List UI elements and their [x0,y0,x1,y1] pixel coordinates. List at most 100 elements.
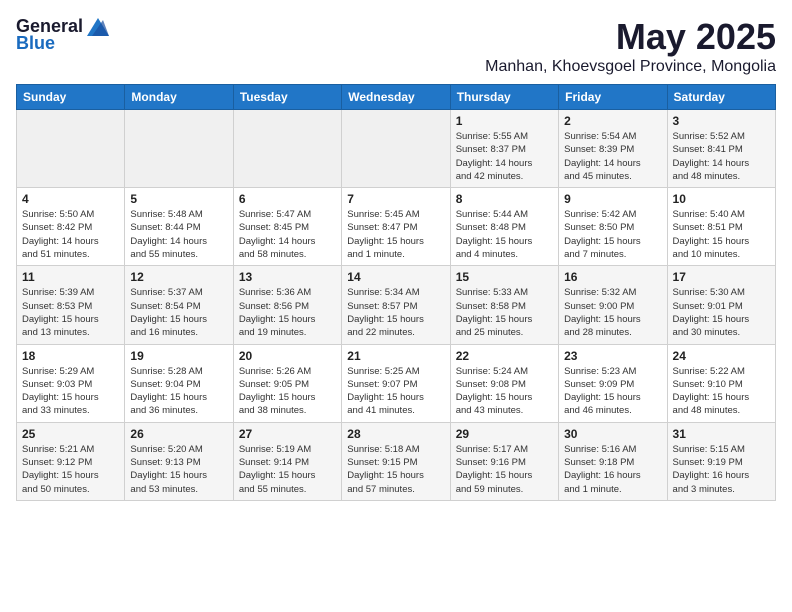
day-info: Sunrise: 5:47 AM Sunset: 8:45 PM Dayligh… [239,208,336,261]
calendar-week-row: 11 Sunrise: 5:39 AM Sunset: 8:53 PM Dayli… [17,266,776,344]
calendar-cell: 18 Sunrise: 5:29 AM Sunset: 9:03 PM Dayli… [17,344,125,422]
day-number: 1 [456,114,553,128]
calendar-week-row: 1 Sunrise: 5:55 AM Sunset: 8:37 PM Daylig… [17,110,776,188]
calendar-cell: 5 Sunrise: 5:48 AM Sunset: 8:44 PM Daylig… [125,188,233,266]
calendar-week-row: 18 Sunrise: 5:29 AM Sunset: 9:03 PM Dayli… [17,344,776,422]
day-number: 31 [673,427,770,441]
day-info: Sunrise: 5:28 AM Sunset: 9:04 PM Dayligh… [130,365,227,418]
location-subtitle: Manhan, Khoevsgoel Province, Mongolia [485,58,776,76]
calendar-cell: 27Sunrise: 5:19 AM Sunset: 9:14 PM Dayli… [233,422,341,500]
day-number: 18 [22,349,119,363]
day-number: 13 [239,270,336,284]
day-info: Sunrise: 5:36 AM Sunset: 8:56 PM Dayligh… [239,286,336,339]
day-info: Sunrise: 5:40 AM Sunset: 8:51 PM Dayligh… [673,208,770,261]
day-number: 25 [22,427,119,441]
day-number: 29 [456,427,553,441]
logo: General Blue [16,16,109,54]
calendar-cell: 2Sunrise: 5:54 AM Sunset: 8:39 PM Daylig… [559,110,667,188]
day-info: Sunrise: 5:15 AM Sunset: 9:19 PM Dayligh… [673,443,770,496]
calendar-cell: 19Sunrise: 5:28 AM Sunset: 9:04 PM Dayli… [125,344,233,422]
column-header-friday: Friday [559,85,667,110]
day-info: Sunrise: 5:30 AM Sunset: 9:01 PM Dayligh… [673,286,770,339]
day-info: Sunrise: 5:48 AM Sunset: 8:44 PM Dayligh… [130,208,227,261]
day-info: Sunrise: 5:39 AM Sunset: 8:53 PM Dayligh… [22,286,119,339]
calendar-cell: 23 Sunrise: 5:23 AM Sunset: 9:09 PM Dayli… [559,344,667,422]
day-number: 17 [673,270,770,284]
logo-blue-text: Blue [16,33,55,54]
month-year-title: May 2025 [485,16,776,58]
day-number: 12 [130,270,227,284]
calendar-cell: 26Sunrise: 5:20 AM Sunset: 9:13 PM Dayli… [125,422,233,500]
day-info: Sunrise: 5:34 AM Sunset: 8:57 PM Dayligh… [347,286,444,339]
column-header-wednesday: Wednesday [342,85,450,110]
day-info: Sunrise: 5:19 AM Sunset: 9:14 PM Dayligh… [239,443,336,496]
day-info: Sunrise: 5:21 AM Sunset: 9:12 PM Dayligh… [22,443,119,496]
calendar-cell: 11 Sunrise: 5:39 AM Sunset: 8:53 PM Dayli… [17,266,125,344]
day-info: Sunrise: 5:52 AM Sunset: 8:41 PM Dayligh… [673,130,770,183]
day-info: Sunrise: 5:20 AM Sunset: 9:13 PM Dayligh… [130,443,227,496]
calendar-cell: 21 Sunrise: 5:25 AM Sunset: 9:07 PM Dayli… [342,344,450,422]
column-header-thursday: Thursday [450,85,558,110]
day-info: Sunrise: 5:24 AM Sunset: 9:08 PM Dayligh… [456,365,553,418]
calendar-cell [125,110,233,188]
calendar-cell: 7 Sunrise: 5:45 AM Sunset: 8:47 PM Daylig… [342,188,450,266]
day-number: 15 [456,270,553,284]
calendar-cell [233,110,341,188]
calendar-cell: 12 Sunrise: 5:37 AM Sunset: 8:54 PM Dayli… [125,266,233,344]
calendar-cell: 3 Sunrise: 5:52 AM Sunset: 8:41 PM Daylig… [667,110,775,188]
day-info: Sunrise: 5:44 AM Sunset: 8:48 PM Dayligh… [456,208,553,261]
calendar-cell: 15 Sunrise: 5:33 AM Sunset: 8:58 PM Dayli… [450,266,558,344]
day-number: 23 [564,349,661,363]
day-info: Sunrise: 5:42 AM Sunset: 8:50 PM Dayligh… [564,208,661,261]
calendar-cell: 17 Sunrise: 5:30 AM Sunset: 9:01 PM Dayli… [667,266,775,344]
day-number: 5 [130,192,227,206]
day-number: 10 [673,192,770,206]
day-number: 4 [22,192,119,206]
day-info: Sunrise: 5:55 AM Sunset: 8:37 PM Dayligh… [456,130,553,183]
calendar-cell: 13 Sunrise: 5:36 AM Sunset: 8:56 PM Dayli… [233,266,341,344]
day-number: 11 [22,270,119,284]
day-info: Sunrise: 5:29 AM Sunset: 9:03 PM Dayligh… [22,365,119,418]
day-info: Sunrise: 5:50 AM Sunset: 8:42 PM Dayligh… [22,208,119,261]
day-info: Sunrise: 5:23 AM Sunset: 9:09 PM Dayligh… [564,365,661,418]
day-info: Sunrise: 5:45 AM Sunset: 8:47 PM Dayligh… [347,208,444,261]
day-number: 20 [239,349,336,363]
calendar-header-row: SundayMondayTuesdayWednesdayThursdayFrid… [17,85,776,110]
day-info: Sunrise: 5:33 AM Sunset: 8:58 PM Dayligh… [456,286,553,339]
calendar-cell [342,110,450,188]
calendar-cell: 14 Sunrise: 5:34 AM Sunset: 8:57 PM Dayli… [342,266,450,344]
calendar-cell: 9Sunrise: 5:42 AM Sunset: 8:50 PM Daylig… [559,188,667,266]
calendar-cell: 30Sunrise: 5:16 AM Sunset: 9:18 PM Dayli… [559,422,667,500]
day-number: 21 [347,349,444,363]
calendar-cell: 20Sunrise: 5:26 AM Sunset: 9:05 PM Dayli… [233,344,341,422]
day-info: Sunrise: 5:25 AM Sunset: 9:07 PM Dayligh… [347,365,444,418]
calendar-cell: 31 Sunrise: 5:15 AM Sunset: 9:19 PM Dayli… [667,422,775,500]
day-number: 22 [456,349,553,363]
calendar-cell: 10 Sunrise: 5:40 AM Sunset: 8:51 PM Dayli… [667,188,775,266]
day-info: Sunrise: 5:37 AM Sunset: 8:54 PM Dayligh… [130,286,227,339]
calendar-cell: 28Sunrise: 5:18 AM Sunset: 9:15 PM Dayli… [342,422,450,500]
day-number: 3 [673,114,770,128]
calendar-cell: 6Sunrise: 5:47 AM Sunset: 8:45 PM Daylig… [233,188,341,266]
calendar-cell: 22 Sunrise: 5:24 AM Sunset: 9:08 PM Dayli… [450,344,558,422]
day-number: 8 [456,192,553,206]
calendar-cell: 16Sunrise: 5:32 AM Sunset: 9:00 PM Dayli… [559,266,667,344]
day-number: 14 [347,270,444,284]
column-header-sunday: Sunday [17,85,125,110]
day-info: Sunrise: 5:17 AM Sunset: 9:16 PM Dayligh… [456,443,553,496]
column-header-monday: Monday [125,85,233,110]
day-info: Sunrise: 5:32 AM Sunset: 9:00 PM Dayligh… [564,286,661,339]
logo-icon [87,18,109,36]
calendar-cell: 24Sunrise: 5:22 AM Sunset: 9:10 PM Dayli… [667,344,775,422]
day-number: 7 [347,192,444,206]
calendar-cell: 4 Sunrise: 5:50 AM Sunset: 8:42 PM Daylig… [17,188,125,266]
calendar-cell: 8 Sunrise: 5:44 AM Sunset: 8:48 PM Daylig… [450,188,558,266]
calendar-week-row: 4 Sunrise: 5:50 AM Sunset: 8:42 PM Daylig… [17,188,776,266]
day-number: 30 [564,427,661,441]
column-header-saturday: Saturday [667,85,775,110]
day-info: Sunrise: 5:54 AM Sunset: 8:39 PM Dayligh… [564,130,661,183]
calendar-cell: 1 Sunrise: 5:55 AM Sunset: 8:37 PM Daylig… [450,110,558,188]
calendar-cell: 29 Sunrise: 5:17 AM Sunset: 9:16 PM Dayli… [450,422,558,500]
day-number: 24 [673,349,770,363]
day-info: Sunrise: 5:18 AM Sunset: 9:15 PM Dayligh… [347,443,444,496]
